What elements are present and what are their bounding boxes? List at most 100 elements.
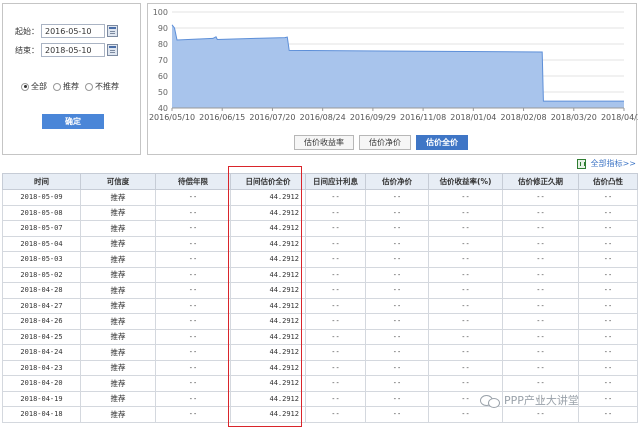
radio-button-icon[interactable] xyxy=(53,82,61,91)
cell-remaining-term: -- xyxy=(155,359,231,376)
cell-net-price: -- xyxy=(365,328,429,345)
cell-duration: -- xyxy=(502,313,579,330)
cell-net-price: -- xyxy=(365,204,429,221)
cell-full-price: 44.2912 xyxy=(230,297,306,314)
cell-date: 2018-04-28 xyxy=(2,282,81,299)
cell-date: 2018-05-02 xyxy=(2,266,81,283)
date-filter-panel: 起始： 结束： 全部 推荐 不推荐 确定 xyxy=(2,3,141,155)
cell-net-price: -- xyxy=(365,375,429,392)
cell-credibility: 推荐 xyxy=(80,359,156,376)
wechat-icon xyxy=(480,393,500,408)
radio-button-icon[interactable] xyxy=(85,82,93,91)
cell-date: 2018-04-20 xyxy=(2,375,81,392)
table-row[interactable]: 2018-05-07 推荐 -- 44.2912 -- -- -- -- -- xyxy=(2,220,638,237)
y-tick-label: 40 xyxy=(158,104,168,113)
cell-credibility: 推荐 xyxy=(80,313,156,330)
table-row[interactable]: 2018-04-26 推荐 -- 44.2912 -- -- -- -- -- xyxy=(2,313,638,330)
cell-convexity: -- xyxy=(578,313,638,330)
y-tick-label: 100 xyxy=(153,8,168,17)
radio-recommended[interactable]: 推荐 xyxy=(53,81,79,92)
cell-yield: -- xyxy=(428,189,503,206)
col-header-full-price[interactable]: 日间估价全价 xyxy=(230,173,306,190)
table-row[interactable]: 2018-04-20 推荐 -- 44.2912 -- -- -- -- -- xyxy=(2,375,638,392)
tab-full-price[interactable]: 估价全价 xyxy=(416,135,468,150)
col-header-accrued-interest[interactable]: 日间应计利息 xyxy=(305,173,366,190)
radio-button-icon[interactable] xyxy=(21,82,29,91)
cell-credibility: 推荐 xyxy=(80,390,156,407)
cell-yield: -- xyxy=(428,328,503,345)
y-tick-label: 90 xyxy=(158,24,168,33)
radio-not-recommended[interactable]: 不推荐 xyxy=(85,81,119,92)
col-header-net-price[interactable]: 估价净价 xyxy=(365,173,429,190)
cell-duration: -- xyxy=(502,297,579,314)
cell-convexity: -- xyxy=(578,406,638,423)
cell-remaining-term: -- xyxy=(155,235,231,252)
valuation-area-chart: 100 90 80 70 60 50 402016/05/10 2016/06/15 2016/… xyxy=(149,8,638,122)
cell-duration: -- xyxy=(502,266,579,283)
all-indicators-label[interactable]: 全部指标>> xyxy=(591,158,636,169)
table-row[interactable]: 2018-04-28 推荐 -- 44.2912 -- -- -- -- -- xyxy=(2,282,638,299)
table-row[interactable]: 2018-05-04 推荐 -- 44.2912 -- -- -- -- -- xyxy=(2,235,638,252)
radio-not-recommended-label: 不推荐 xyxy=(95,82,119,91)
col-header-remaining-term[interactable]: 待偿年限 xyxy=(155,173,231,190)
start-date-input[interactable] xyxy=(41,24,105,38)
cell-remaining-term: -- xyxy=(155,189,231,206)
col-header-credibility[interactable]: 可信度 xyxy=(80,173,156,190)
table-row[interactable]: 2018-05-08 推荐 -- 44.2912 -- -- -- -- -- xyxy=(2,204,638,221)
table-row[interactable]: 2018-04-24 推荐 -- 44.2912 -- -- -- -- -- xyxy=(2,344,638,361)
table-row[interactable]: 2018-04-23 推荐 -- 44.2912 -- -- -- -- -- xyxy=(2,359,638,376)
cell-accrued-interest: -- xyxy=(305,189,366,206)
cell-remaining-term: -- xyxy=(155,313,231,330)
cell-full-price: 44.2912 xyxy=(230,220,306,237)
table-row[interactable]: 2018-04-25 推荐 -- 44.2912 -- -- -- -- -- xyxy=(2,328,638,345)
table-row[interactable]: 2018-04-27 推荐 -- 44.2912 -- -- -- -- -- xyxy=(2,297,638,314)
cell-yield: -- xyxy=(428,297,503,314)
cell-accrued-interest: -- xyxy=(305,220,366,237)
cell-net-price: -- xyxy=(365,390,429,407)
cell-credibility: 推荐 xyxy=(80,266,156,283)
col-header-convexity[interactable]: 估价凸性 xyxy=(578,173,638,190)
cell-credibility: 推荐 xyxy=(80,235,156,252)
table-row[interactable]: 2018-05-09 推荐 -- 44.2912 -- -- -- -- -- xyxy=(2,189,638,206)
cell-remaining-term: -- xyxy=(155,328,231,345)
tab-yield[interactable]: 估价收益率 xyxy=(294,135,354,150)
x-tick-label: 2016/05/10 xyxy=(149,113,195,122)
start-date-label: 起始： xyxy=(15,26,39,36)
cell-full-price: 44.2912 xyxy=(230,344,306,361)
x-tick-label: 2016/09/29 xyxy=(350,113,396,122)
calendar-icon[interactable] xyxy=(107,25,118,37)
end-date-input[interactable] xyxy=(41,43,105,57)
excel-export-icon[interactable] xyxy=(576,158,586,169)
cell-full-price: 44.2912 xyxy=(230,328,306,345)
cell-net-price: -- xyxy=(365,235,429,252)
cell-accrued-interest: -- xyxy=(305,375,366,392)
table-row[interactable]: 2018-04-18 推荐 -- 44.2912 -- -- -- -- -- xyxy=(2,406,638,423)
cell-credibility: 推荐 xyxy=(80,220,156,237)
table-row[interactable]: 2018-05-02 推荐 -- 44.2912 -- -- -- -- -- xyxy=(2,266,638,283)
cell-duration: -- xyxy=(502,220,579,237)
x-tick-label: 2016/07/20 xyxy=(249,113,295,122)
cell-credibility: 推荐 xyxy=(80,204,156,221)
series-area xyxy=(172,24,624,108)
cell-yield: -- xyxy=(428,406,503,423)
col-header-yield[interactable]: 估价收益率(%) xyxy=(428,173,503,190)
radio-all[interactable]: 全部 xyxy=(21,81,47,92)
cell-date: 2018-05-04 xyxy=(2,235,81,252)
cell-date: 2018-05-03 xyxy=(2,251,81,268)
table-row[interactable]: 2018-05-03 推荐 -- 44.2912 -- -- -- -- -- xyxy=(2,251,638,268)
col-header-duration[interactable]: 估价修正久期 xyxy=(502,173,579,190)
cell-net-price: -- xyxy=(365,406,429,423)
cell-net-price: -- xyxy=(365,189,429,206)
col-header-date[interactable]: 时间 xyxy=(2,173,81,190)
cell-credibility: 推荐 xyxy=(80,297,156,314)
confirm-button[interactable]: 确定 xyxy=(42,114,104,129)
cell-duration: -- xyxy=(502,251,579,268)
tab-net-price[interactable]: 估价净价 xyxy=(359,135,411,150)
cell-remaining-term: -- xyxy=(155,266,231,283)
cell-full-price: 44.2912 xyxy=(230,390,306,407)
cell-remaining-term: -- xyxy=(155,282,231,299)
cell-convexity: -- xyxy=(578,359,638,376)
all-indicators-link[interactable]: 全部指标>> xyxy=(576,158,636,169)
cell-yield: -- xyxy=(428,204,503,221)
calendar-icon[interactable] xyxy=(107,44,118,56)
